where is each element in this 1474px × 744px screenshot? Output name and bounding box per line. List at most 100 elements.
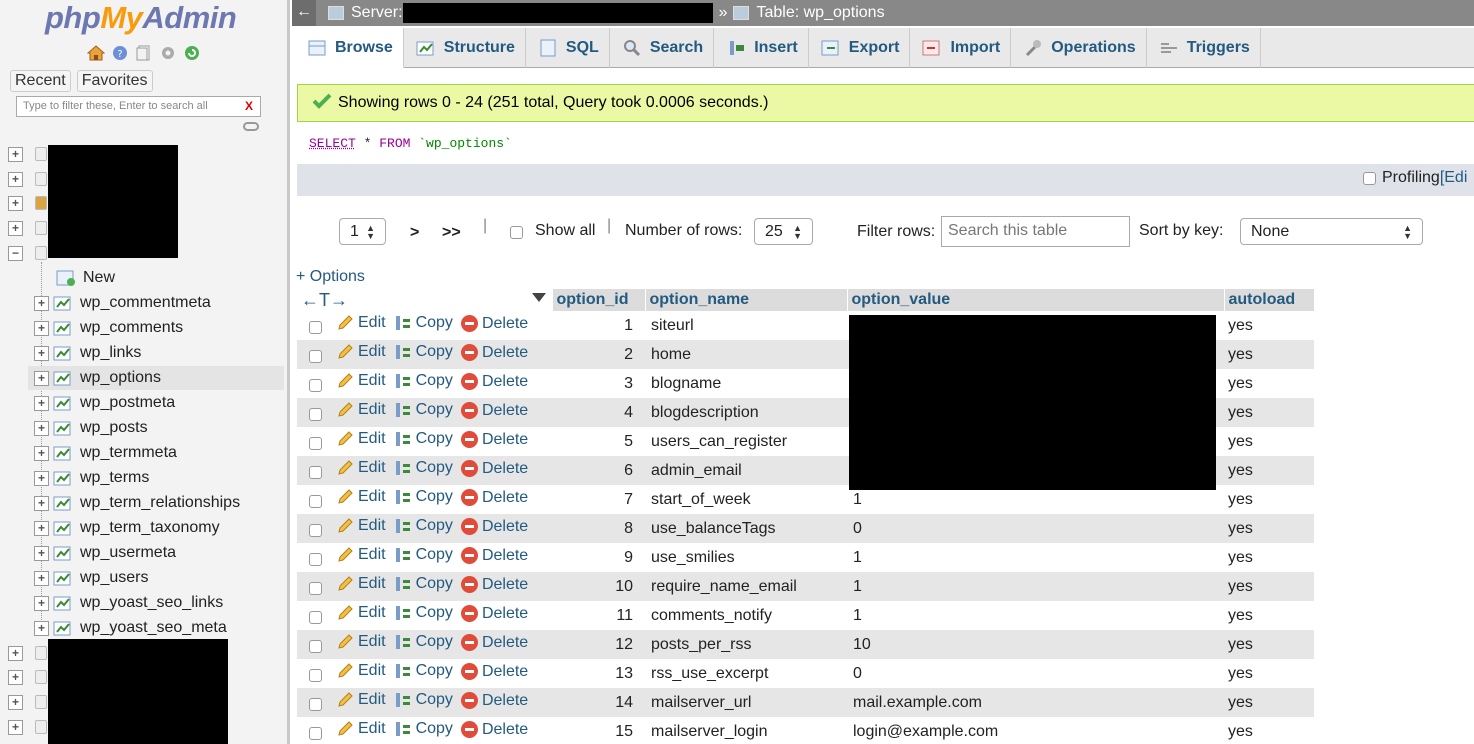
database-row[interactable]: + xyxy=(8,217,47,239)
filter-clear-icon[interactable]: X xyxy=(245,99,253,113)
cell-autoload[interactable]: yes xyxy=(1224,398,1314,427)
edit-row-button[interactable]: Edit xyxy=(336,633,386,651)
link-icon[interactable] xyxy=(243,122,259,131)
sidebar-table-wp_links[interactable]: + wp_links xyxy=(28,341,284,365)
edit-row-button[interactable]: Edit xyxy=(336,488,386,506)
database-row[interactable]: + xyxy=(8,642,47,664)
copy-row-button[interactable]: Copy xyxy=(394,691,453,709)
edit-row-button[interactable]: Edit xyxy=(336,720,386,738)
cell-autoload[interactable]: yes xyxy=(1224,717,1314,744)
edit-row-button[interactable]: Edit xyxy=(336,430,386,448)
gear-icon[interactable] xyxy=(158,43,178,63)
edit-query-link[interactable]: [Edi xyxy=(1440,169,1468,187)
delete-row-button[interactable]: Delete xyxy=(460,315,528,333)
cell-option-name[interactable]: admin_email xyxy=(645,456,847,485)
row-checkbox[interactable] xyxy=(309,321,322,335)
page-select[interactable]: 1 ▲ ▼ xyxy=(339,218,386,245)
favorites-button[interactable]: Favorites xyxy=(76,70,153,92)
show-all-checkbox[interactable] xyxy=(510,226,523,239)
cell-autoload[interactable]: yes xyxy=(1224,485,1314,514)
row-checkbox[interactable] xyxy=(309,495,322,509)
edit-row-button[interactable]: Edit xyxy=(336,575,386,593)
edit-row-button[interactable]: Edit xyxy=(336,517,386,535)
reload-icon[interactable] xyxy=(182,43,202,63)
cell-option-id[interactable]: 13 xyxy=(552,659,645,688)
expand-icon[interactable]: + xyxy=(34,470,49,486)
row-checkbox[interactable] xyxy=(309,350,322,364)
row-checkbox[interactable] xyxy=(309,640,322,654)
collapse-icon[interactable]: − xyxy=(8,245,23,261)
expand-icon[interactable]: + xyxy=(34,620,49,636)
cell-option-id[interactable]: 3 xyxy=(552,369,645,398)
sidebar-table-wp_yoast_seo_links[interactable]: + wp_yoast_seo_links xyxy=(28,591,284,615)
sql-select-keyword[interactable]: SELECT xyxy=(309,136,356,151)
cell-autoload[interactable]: yes xyxy=(1224,514,1314,543)
expand-icon[interactable]: + xyxy=(34,395,49,411)
cell-option-name[interactable]: blogdescription xyxy=(645,398,847,427)
row-checkbox[interactable] xyxy=(309,582,322,596)
cell-option-id[interactable]: 5 xyxy=(552,427,645,456)
tab-search[interactable]: Search xyxy=(610,28,715,68)
database-row[interactable]: + xyxy=(8,192,47,214)
cell-option-name[interactable]: blogname xyxy=(645,369,847,398)
sidebar-table-wp_term_relationships[interactable]: + wp_term_relationships xyxy=(28,491,284,515)
expand-icon[interactable]: + xyxy=(8,171,23,187)
cell-option-id[interactable]: 9 xyxy=(552,543,645,572)
edit-row-button[interactable]: Edit xyxy=(336,343,386,361)
expand-icon[interactable]: + xyxy=(8,220,23,236)
copy-row-button[interactable]: Copy xyxy=(394,488,453,506)
tab-browse[interactable]: Browse xyxy=(295,28,404,68)
tab-operations[interactable]: Operations xyxy=(1011,28,1147,68)
rows-select[interactable]: 25 ▲ ▼ xyxy=(754,218,813,245)
cell-autoload[interactable]: yes xyxy=(1224,427,1314,456)
expand-icon[interactable]: + xyxy=(34,495,49,511)
sort-key-select[interactable]: None ▲ ▼ xyxy=(1240,218,1423,245)
cell-autoload[interactable]: yes xyxy=(1224,543,1314,572)
delete-row-button[interactable]: Delete xyxy=(460,402,528,420)
cell-autoload[interactable]: yes xyxy=(1224,369,1314,398)
sidebar-table-wp_users[interactable]: + wp_users xyxy=(28,566,284,590)
row-checkbox[interactable] xyxy=(309,437,322,451)
next-page-button[interactable]: > xyxy=(410,224,419,242)
cell-option-name[interactable]: start_of_week xyxy=(645,485,847,514)
row-checkbox[interactable] xyxy=(309,466,322,480)
edit-row-button[interactable]: Edit xyxy=(336,372,386,390)
tab-triggers[interactable]: Triggers xyxy=(1147,28,1261,68)
phpmyadmin-logo[interactable]: phpMyAdmin xyxy=(45,0,237,36)
sort-triangle-icon[interactable] xyxy=(531,293,546,302)
copy-row-button[interactable]: Copy xyxy=(394,459,453,477)
cell-option-value[interactable]: 0 xyxy=(847,659,1224,688)
cell-option-id[interactable]: 10 xyxy=(552,572,645,601)
copy-row-button[interactable]: Copy xyxy=(394,546,453,564)
edit-row-button[interactable]: Edit xyxy=(336,691,386,709)
expand-icon[interactable]: + xyxy=(34,420,49,436)
sidebar-table-wp_termmeta[interactable]: + wp_termmeta xyxy=(28,441,284,465)
delete-row-button[interactable]: Delete xyxy=(460,460,528,478)
expand-icon[interactable]: + xyxy=(34,320,49,336)
sidebar-table-wp_term_taxonomy[interactable]: + wp_term_taxonomy xyxy=(28,516,284,540)
delete-row-button[interactable]: Delete xyxy=(460,489,528,507)
cell-autoload[interactable]: yes xyxy=(1224,601,1314,630)
profiling-checkbox[interactable] xyxy=(1363,171,1376,185)
sidebar-table-wp_usermeta[interactable]: + wp_usermeta xyxy=(28,541,284,565)
copy-row-button[interactable]: Copy xyxy=(394,372,453,390)
cell-autoload[interactable]: yes xyxy=(1224,688,1314,717)
cell-option-name[interactable]: rss_use_excerpt xyxy=(645,659,847,688)
copy-row-button[interactable]: Copy xyxy=(394,662,453,680)
copy-row-button[interactable]: Copy xyxy=(394,633,453,651)
sidebar-table-wp_yoast_seo_meta[interactable]: + wp_yoast_seo_meta xyxy=(28,616,284,640)
cell-option-value[interactable]: 10 xyxy=(847,630,1224,659)
expand-icon[interactable]: + xyxy=(34,595,49,611)
sidebar-table-wp_comments[interactable]: + wp_comments xyxy=(28,316,284,340)
expand-icon[interactable]: + xyxy=(34,445,49,461)
delete-row-button[interactable]: Delete xyxy=(460,692,528,710)
cell-option-name[interactable]: users_can_register xyxy=(645,427,847,456)
edit-row-button[interactable]: Edit xyxy=(336,604,386,622)
edit-row-button[interactable]: Edit xyxy=(336,401,386,419)
database-row-expanded[interactable]: − xyxy=(8,242,47,264)
tab-import[interactable]: Import xyxy=(910,28,1012,68)
column-header-autoload[interactable]: autoload xyxy=(1224,289,1315,311)
column-header-option-value[interactable]: option_value xyxy=(847,289,1225,311)
copy-row-button[interactable]: Copy xyxy=(394,720,453,738)
delete-row-button[interactable]: Delete xyxy=(460,373,528,391)
